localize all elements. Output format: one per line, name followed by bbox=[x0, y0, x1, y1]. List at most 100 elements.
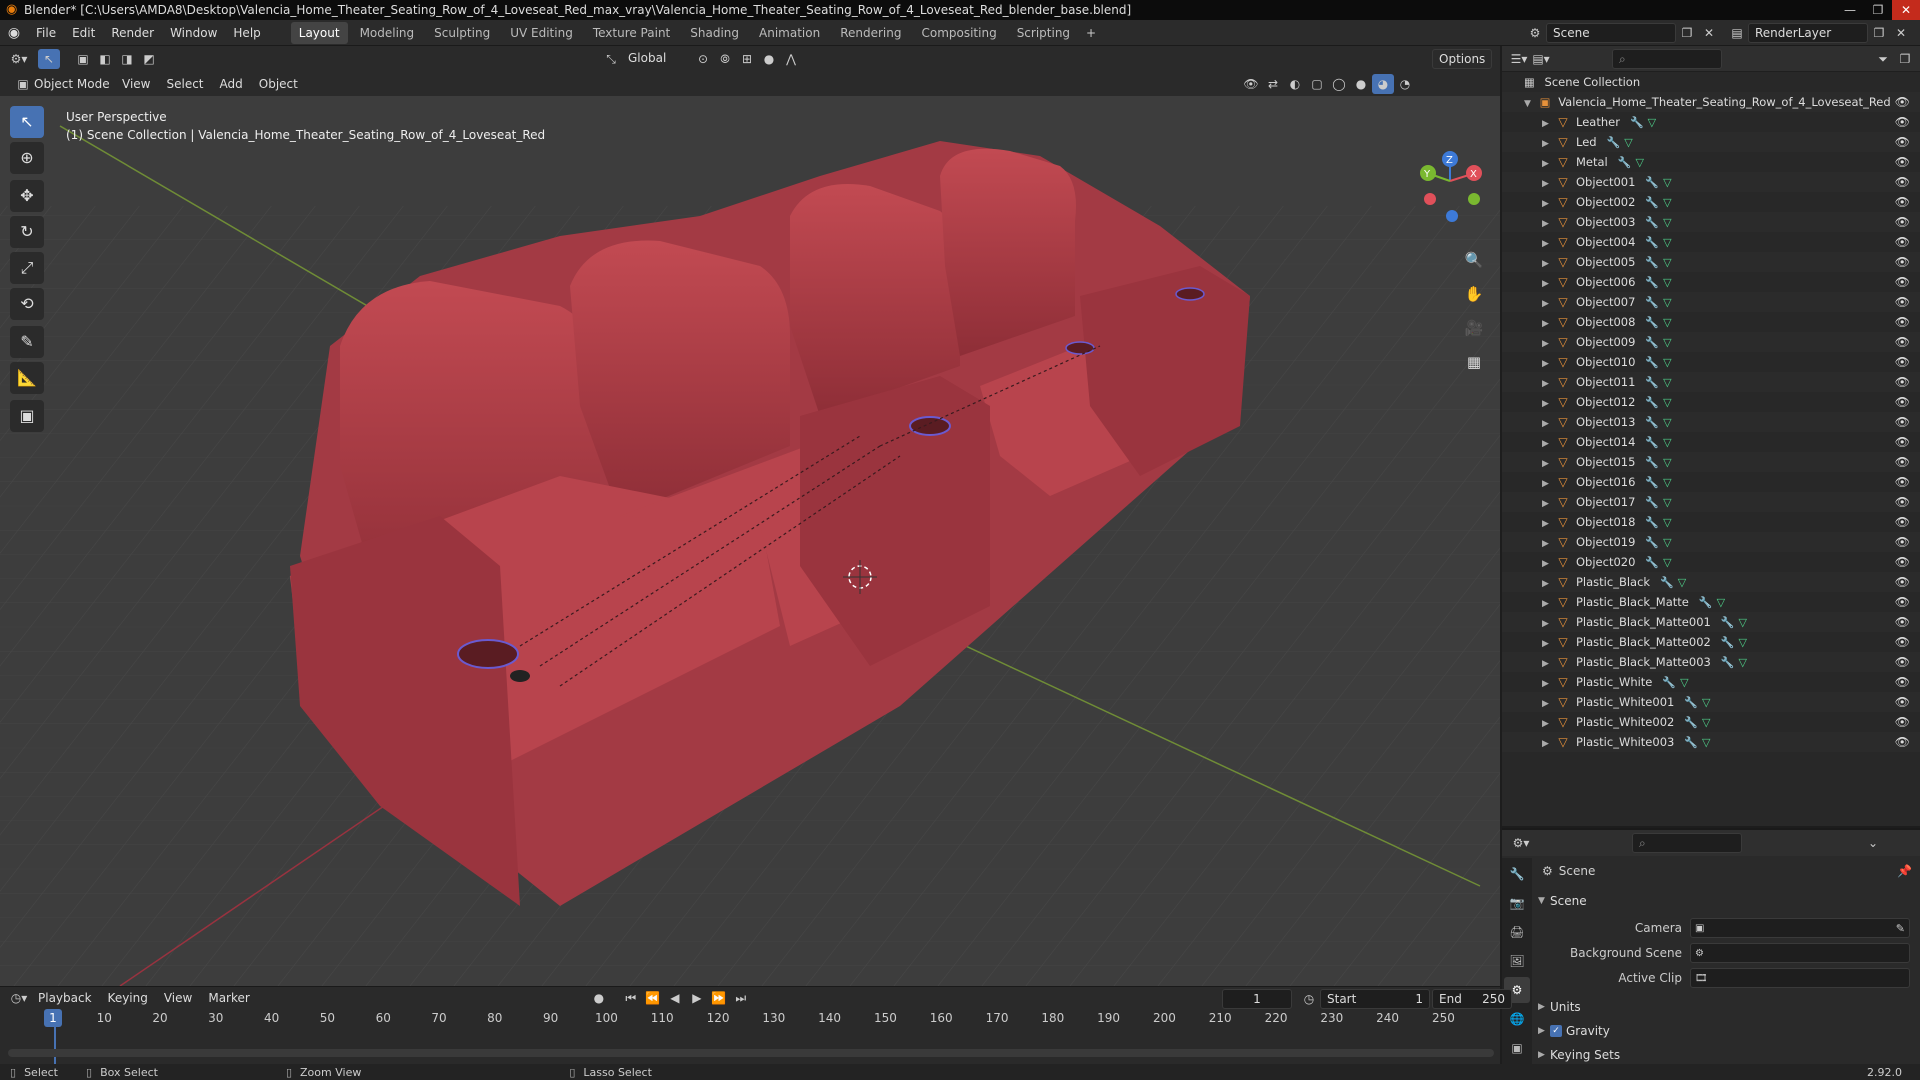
outliner-editor-icon[interactable]: ☰▾ bbox=[1508, 49, 1530, 69]
tab-shading[interactable]: Shading bbox=[682, 22, 747, 44]
playhead[interactable]: 1 bbox=[44, 1009, 62, 1027]
eye-icon[interactable]: 👁 bbox=[1895, 152, 1910, 172]
outliner-item[interactable]: ▶ ▽ Object003 🔧 ▽ 👁 bbox=[1502, 212, 1920, 232]
eye-icon[interactable]: 👁 bbox=[1895, 432, 1910, 452]
outliner-item[interactable]: ▶ ▽ Plastic_White003 🔧 ▽ 👁 bbox=[1502, 732, 1920, 752]
expand-arrow-icon[interactable]: ▶ bbox=[1542, 334, 1554, 354]
menu-file[interactable]: File bbox=[28, 20, 64, 46]
outliner-item[interactable]: ▶ ▽ Object005 🔧 ▽ 👁 bbox=[1502, 252, 1920, 272]
keying-sets-section[interactable]: ▶ Keying Sets bbox=[1538, 1048, 1620, 1062]
add-workspace-icon[interactable]: + bbox=[1080, 23, 1102, 43]
modifier-icon[interactable]: 🔧 bbox=[1645, 536, 1659, 549]
menu-window[interactable]: Window bbox=[162, 20, 225, 46]
outliner-item[interactable]: ▶ ▽ Object002 🔧 ▽ 👁 bbox=[1502, 192, 1920, 212]
material-shading-icon[interactable]: ◕ bbox=[1372, 74, 1394, 94]
modifier-icon[interactable]: 🔧 bbox=[1645, 516, 1659, 529]
expand-arrow-icon[interactable]: ▶ bbox=[1542, 414, 1554, 434]
outliner-item[interactable]: ▶ ▽ Plastic_White 🔧 ▽ 👁 bbox=[1502, 672, 1920, 692]
tab-compositing[interactable]: Compositing bbox=[913, 22, 1004, 44]
mesh-data-icon[interactable]: ▽ bbox=[1635, 156, 1643, 169]
eye-icon[interactable]: 👁 bbox=[1895, 652, 1910, 672]
outliner-item[interactable]: ▶ ▽ Plastic_Black_Matte002 🔧 ▽ 👁 bbox=[1502, 632, 1920, 652]
zoom-icon[interactable]: 🔍 bbox=[1460, 246, 1488, 274]
modifier-icon[interactable]: 🔧 bbox=[1699, 596, 1713, 609]
expand-arrow-icon[interactable]: ▶ bbox=[1542, 274, 1554, 294]
expand-arrow-icon[interactable]: ▶ bbox=[1542, 434, 1554, 454]
maximize-button[interactable]: ❐ bbox=[1864, 0, 1892, 20]
tool-tab-icon[interactable]: 🔧 bbox=[1504, 861, 1530, 887]
mesh-data-icon[interactable]: ▽ bbox=[1663, 536, 1671, 549]
expand-arrow-icon[interactable]: ▶ bbox=[1542, 714, 1554, 734]
outliner-item[interactable]: ▶ ▽ Plastic_Black_Matte 🔧 ▽ 👁 bbox=[1502, 592, 1920, 612]
properties-editor-icon[interactable]: ⚙▾ bbox=[1510, 833, 1532, 853]
expand-arrow-icon[interactable]: ▶ bbox=[1542, 734, 1554, 754]
modifier-icon[interactable]: 🔧 bbox=[1630, 116, 1644, 129]
add-cube-tool-icon[interactable]: ▣ bbox=[10, 400, 44, 432]
mesh-data-icon[interactable]: ▽ bbox=[1663, 376, 1671, 389]
eye-icon[interactable]: 👁 bbox=[1895, 592, 1910, 612]
outliner-item[interactable]: ▶ ▽ Object001 🔧 ▽ 👁 bbox=[1502, 172, 1920, 192]
outliner-item[interactable]: ▶ ▽ Object004 🔧 ▽ 👁 bbox=[1502, 232, 1920, 252]
modifier-icon[interactable]: 🔧 bbox=[1645, 296, 1659, 309]
expand-arrow-icon[interactable]: ▶ bbox=[1542, 574, 1554, 594]
remove-scene-icon[interactable]: ✕ bbox=[1698, 23, 1720, 43]
expand-arrow-icon[interactable]: ▶ bbox=[1542, 314, 1554, 334]
transform-orientation-dropdown[interactable]: Global bbox=[622, 49, 692, 69]
falloff-icon[interactable]: ⋀ bbox=[780, 49, 802, 69]
gravity-section[interactable]: ▶ ✓ Gravity bbox=[1538, 1024, 1610, 1038]
modifier-icon[interactable]: 🔧 bbox=[1645, 396, 1659, 409]
viewport-menu-view[interactable]: View bbox=[114, 71, 158, 97]
eyedropper-icon[interactable]: ✎ bbox=[1896, 922, 1905, 935]
properties-search-input[interactable]: ⌕ bbox=[1632, 833, 1742, 853]
eye-icon[interactable]: 👁 bbox=[1895, 352, 1910, 372]
section-collapsed-icon[interactable]: ▶ bbox=[1538, 1050, 1550, 1060]
eye-icon[interactable]: 👁 bbox=[1895, 472, 1910, 492]
expand-arrow-icon[interactable]: ▶ bbox=[1542, 474, 1554, 494]
select-extend-icon[interactable]: ◧ bbox=[94, 49, 116, 69]
mesh-data-icon[interactable]: ▽ bbox=[1717, 596, 1725, 609]
mesh-data-icon[interactable]: ▽ bbox=[1702, 736, 1710, 749]
modifier-icon[interactable]: 🔧 bbox=[1721, 616, 1735, 629]
outliner-item[interactable]: ▶ ▽ Led 🔧 ▽ 👁 bbox=[1502, 132, 1920, 152]
eye-icon[interactable]: 👁 bbox=[1895, 672, 1910, 692]
tab-sculpting[interactable]: Sculpting bbox=[426, 22, 498, 44]
modifier-icon[interactable]: 🔧 bbox=[1645, 436, 1659, 449]
expand-arrow-icon[interactable]: ▼ bbox=[1524, 94, 1536, 114]
mesh-data-icon[interactable]: ▽ bbox=[1678, 576, 1686, 589]
eye-icon[interactable]: 👁 bbox=[1895, 312, 1910, 332]
expand-arrow-icon[interactable]: ▶ bbox=[1542, 254, 1554, 274]
snap-target-icon[interactable]: ⊞ bbox=[736, 49, 758, 69]
close-button[interactable]: ✕ bbox=[1892, 0, 1920, 20]
tab-scripting[interactable]: Scripting bbox=[1009, 22, 1078, 44]
modifier-icon[interactable]: 🔧 bbox=[1645, 336, 1659, 349]
mesh-data-icon[interactable]: ▽ bbox=[1663, 556, 1671, 569]
expand-arrow-icon[interactable]: ▶ bbox=[1542, 454, 1554, 474]
outliner-item[interactable]: ▶ ▽ Plastic_Black_Matte003 🔧 ▽ 👁 bbox=[1502, 652, 1920, 672]
mesh-data-icon[interactable]: ▽ bbox=[1663, 276, 1671, 289]
view-layer-tab-icon[interactable]: 🖼 bbox=[1504, 948, 1530, 974]
modifier-icon[interactable]: 🔧 bbox=[1645, 456, 1659, 469]
expand-arrow-icon[interactable]: ▶ bbox=[1542, 594, 1554, 614]
eye-icon[interactable]: 👁 bbox=[1895, 712, 1910, 732]
outliner-item[interactable]: ▶ ▽ Object007 🔧 ▽ 👁 bbox=[1502, 292, 1920, 312]
start-frame-field[interactable]: Start 1 bbox=[1320, 989, 1430, 1009]
modifier-icon[interactable]: 🔧 bbox=[1645, 496, 1659, 509]
mesh-data-icon[interactable]: ▽ bbox=[1663, 356, 1671, 369]
eye-icon[interactable]: 👁 bbox=[1895, 372, 1910, 392]
modifier-icon[interactable]: 🔧 bbox=[1607, 136, 1621, 149]
preview-range-icon[interactable]: ◷ bbox=[1298, 989, 1320, 1009]
timeline-menu-keying[interactable]: Keying bbox=[100, 985, 156, 1011]
expand-arrow-icon[interactable]: ▶ bbox=[1542, 554, 1554, 574]
mesh-data-icon[interactable]: ▽ bbox=[1624, 136, 1632, 149]
active-clip-field[interactable]: 🎞 bbox=[1690, 968, 1910, 988]
viewport-menu-add[interactable]: Add bbox=[212, 71, 251, 97]
3d-viewport[interactable]: Z X Y ⚙▾ ↖ ▣ ◧ ◨ ◩ ⤡ Global ⊙ ⦾ ⊞ ● ⋀ Op… bbox=[0, 46, 1500, 986]
eye-icon[interactable]: 👁 bbox=[1895, 552, 1910, 572]
modifier-icon[interactable]: 🔧 bbox=[1645, 316, 1659, 329]
modifier-icon[interactable]: 🔧 bbox=[1645, 256, 1659, 269]
solid-shading-icon[interactable]: ● bbox=[1350, 74, 1372, 94]
modifier-icon[interactable]: 🔧 bbox=[1618, 156, 1632, 169]
section-expand-icon[interactable]: ▼ bbox=[1538, 896, 1550, 906]
outliner-item[interactable]: ▶ ▽ Object015 🔧 ▽ 👁 bbox=[1502, 452, 1920, 472]
eye-icon[interactable]: 👁 bbox=[1895, 512, 1910, 532]
